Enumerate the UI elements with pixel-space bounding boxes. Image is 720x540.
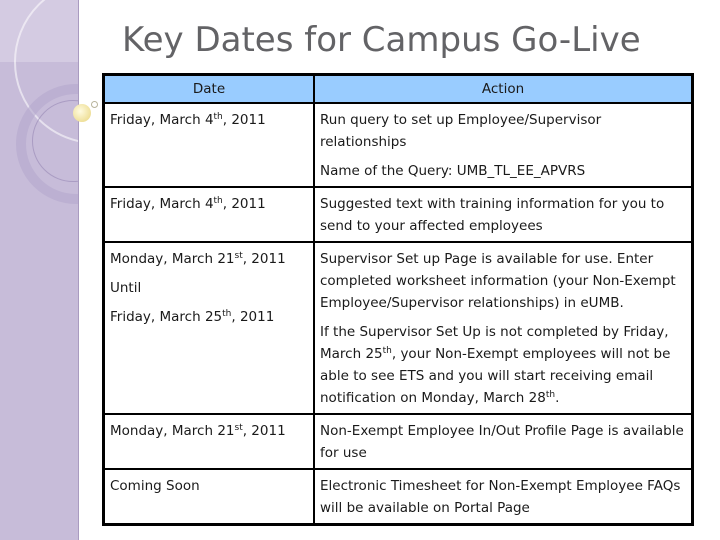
column-header-action: Action <box>313 73 694 104</box>
date-text: Coming Soon <box>110 478 200 494</box>
date-cell: Monday, March 21st, 2011 <box>102 413 315 470</box>
ordinal-suffix: th <box>382 346 392 356</box>
ordinal-suffix: th <box>545 390 556 400</box>
table-row: Monday, March 21st, 2011 Non-Exempt Emplo… <box>102 413 694 470</box>
ordinal-suffix: th <box>222 309 232 319</box>
action-cell: Electronic Timesheet for Non-Exempt Empl… <box>313 468 694 526</box>
column-header-date: Date <box>102 73 315 104</box>
decorative-side-band <box>0 0 79 540</box>
date-text: Monday, March 21st, 2011 <box>110 251 286 267</box>
slide-title: Key Dates for Campus Go-Live <box>122 20 641 60</box>
decorative-yellow-dot-icon <box>73 104 91 122</box>
action-text: Run query to set up Employee/Supervisor … <box>320 112 602 150</box>
date-cell: Friday, March 4th, 2011 <box>102 186 315 243</box>
date-cell: Friday, March 4th, 2011 <box>102 102 315 188</box>
ordinal-suffix: st <box>234 423 243 433</box>
table-row: Monday, March 21st, 2011 Until Friday, Mar… <box>102 241 694 415</box>
table-header-row: Date Action <box>102 73 694 104</box>
date-text: Friday, March 4th, 2011 <box>110 112 266 128</box>
action-cell: Non-Exempt Employee In/Out Profile Page … <box>313 413 694 470</box>
table-row: Coming Soon Electronic Timesheet for Non-… <box>102 468 694 526</box>
date-cell: Monday, March 21st, 2011 Until Friday, Mar… <box>102 241 315 415</box>
date-text: Friday, March 25th, 2011 <box>110 309 275 325</box>
action-text: Non-Exempt Employee In/Out Profile Page … <box>320 423 684 461</box>
date-cell: Coming Soon <box>102 468 315 526</box>
action-text: Suggested text with training information… <box>320 196 665 234</box>
action-text: If the Supervisor Set Up is not complete… <box>320 324 671 406</box>
date-text: Until <box>110 280 142 296</box>
table-row: Friday, March 4th, 2011 Suggested text wi… <box>102 186 694 243</box>
table-row: Friday, March 4th, 2011 Run query to set … <box>102 102 694 188</box>
action-cell: Suggested text with training information… <box>313 186 694 243</box>
action-text: Electronic Timesheet for Non-Exempt Empl… <box>320 478 681 516</box>
date-text: Monday, March 21st, 2011 <box>110 423 286 439</box>
action-text: Name of the Query: UMB_TL_EE_APVRS <box>320 163 586 179</box>
action-cell: Run query to set up Employee/Supervisor … <box>313 102 694 188</box>
decorative-small-ring-icon <box>91 101 98 108</box>
ordinal-suffix: th <box>213 196 223 206</box>
action-cell: Supervisor Set up Page is available for … <box>313 241 694 415</box>
ordinal-suffix: th <box>213 112 223 122</box>
ordinal-suffix: st <box>234 251 243 261</box>
date-text: Friday, March 4th, 2011 <box>110 196 266 212</box>
key-dates-table: Date Action Friday, March 4th, 2011 Run q… <box>102 73 694 526</box>
action-text: Supervisor Set up Page is available for … <box>320 251 676 311</box>
